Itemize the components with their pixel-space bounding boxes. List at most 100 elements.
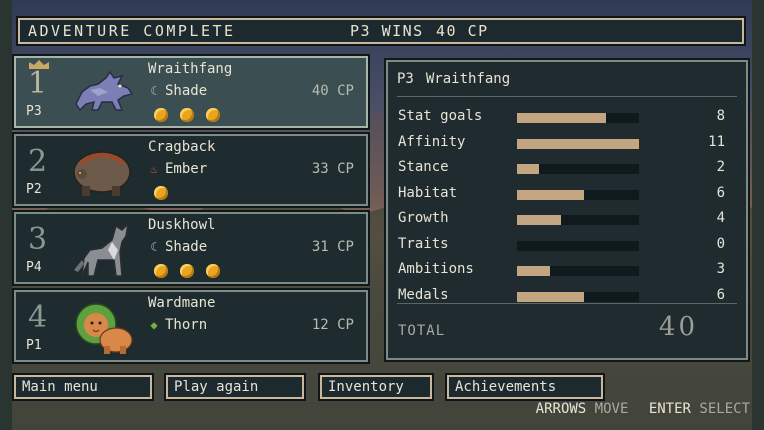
stat-value: 2 — [716, 159, 725, 175]
stat-value: 4 — [716, 210, 725, 226]
panel-title: P3 Wraithfang — [397, 71, 522, 87]
stat-value: 3 — [716, 261, 725, 277]
stat-bar-fill — [517, 291, 585, 302]
boulder-creature-sprite — [73, 151, 131, 196]
header-winner: P3 WINS — [350, 22, 424, 40]
medal-icon — [180, 264, 194, 278]
hint-action-select: SELECT — [699, 401, 750, 417]
stat-value: 0 — [716, 235, 725, 252]
result-card-4[interactable]: 4 P1 Wardmane ◆ Thorn 12 CP — [14, 290, 368, 362]
stat-label: Medals — [398, 286, 449, 303]
stat-label: Stance — [398, 159, 449, 175]
creature-name: Duskhowl — [148, 217, 216, 233]
medal-icon — [154, 186, 168, 200]
stat-bar-fill — [517, 266, 550, 276]
creature-element: ☾ Shade — [148, 83, 207, 99]
medal-icon — [206, 264, 220, 278]
stat-bar — [517, 138, 639, 149]
stat-label: Affinity — [398, 133, 466, 150]
medal-icon — [206, 108, 220, 122]
player-label: P4 — [26, 260, 42, 275]
creature-element: ☾ Shade — [148, 239, 207, 255]
creature-element: ♨ Ember — [148, 161, 207, 177]
control-hints: ARROWS MOVE ENTER SELECT — [536, 401, 750, 417]
rank-number: 4 — [28, 300, 48, 335]
lion-creature-sprite — [75, 303, 133, 354]
stat-row: Ambitions 3 — [398, 261, 733, 281]
stat-row: Affinity 11 — [398, 134, 733, 154]
stat-bar — [517, 291, 639, 302]
rank-number: 1 — [28, 66, 48, 101]
rank-number: 3 — [28, 222, 48, 257]
hint-action-move: MOVE — [594, 401, 629, 417]
divider — [397, 96, 737, 97]
stat-value: 8 — [716, 108, 725, 124]
creature-name: Cragback — [148, 139, 216, 155]
player-label: P3 — [26, 104, 42, 119]
stat-bar-fill — [517, 138, 639, 149]
medal-row — [154, 186, 168, 200]
stat-row: Stat goals 8 — [398, 108, 733, 128]
creature-cp: 12 CP — [311, 317, 354, 333]
achievements-button[interactable]: Achievements — [447, 375, 603, 399]
header-title: ADVENTURE COMPLETE — [28, 22, 236, 40]
stat-label: Ambitions — [398, 261, 474, 277]
result-card-2[interactable]: 2 P2 Cragback ♨ Ember 33 CP — [14, 134, 368, 206]
stat-bar-fill — [517, 189, 585, 200]
stat-label: Traits — [398, 235, 449, 252]
crescent-moon-icon: ☾ — [150, 84, 158, 98]
results-header-bar: ADVENTURE COMPLETE P3 WINS 40 CP — [18, 18, 744, 44]
stat-bar — [517, 240, 639, 251]
element-label: Ember — [165, 161, 208, 177]
result-card-3[interactable]: 3 P4 Duskhowl ☾ Shade 31 CP — [14, 212, 368, 284]
medal-row — [154, 264, 220, 278]
leaf-icon: ◆ — [150, 318, 158, 332]
result-card-1[interactable]: 1 P3 Wraithfang ☾ Shade 40 CP — [14, 56, 368, 128]
main-menu-button[interactable]: Main menu — [14, 375, 152, 399]
creature-cp: 40 CP — [311, 83, 354, 99]
score-breakdown-panel: P3 Wraithfang Stat goals 8 Affinity 11 Stance… — [386, 60, 748, 360]
stat-value: 6 — [716, 184, 725, 201]
stat-label: Growth — [398, 210, 449, 226]
hint-key-enter: ENTER — [648, 401, 691, 417]
stat-row: Stance 2 — [398, 159, 733, 179]
element-label: Shade — [165, 83, 208, 99]
divider — [397, 303, 737, 304]
rank-number: 2 — [28, 144, 48, 179]
medal-icon — [154, 108, 168, 122]
medal-row — [154, 108, 220, 122]
play-again-button[interactable]: Play again — [166, 375, 304, 399]
stat-bar — [517, 164, 639, 174]
stat-bar-fill — [517, 113, 607, 123]
stat-row: Habitat 6 — [398, 185, 733, 205]
hint-key-arrows: ARROWS — [535, 401, 587, 417]
stat-value: 6 — [716, 286, 725, 303]
creature-element: ◆ Thorn — [148, 317, 207, 333]
creature-name: Wardmane — [148, 295, 216, 311]
panel-creature-name: Wraithfang — [425, 71, 511, 87]
stat-bar — [517, 266, 639, 276]
creature-name: Wraithfang — [148, 61, 233, 77]
stat-bar-fill — [517, 164, 539, 174]
medal-icon — [180, 108, 194, 122]
stat-bar — [517, 189, 639, 200]
player-label: P1 — [26, 338, 42, 353]
panel-player: P3 — [397, 71, 414, 87]
total-label: TOTAL — [398, 323, 446, 339]
wolf-creature-sprite — [75, 70, 134, 112]
element-label: Shade — [165, 239, 208, 255]
header-cp: 40 CP — [436, 22, 489, 40]
stat-label: Stat goals — [398, 108, 483, 124]
howling-wolf-sprite — [74, 221, 130, 277]
creature-cp: 31 CP — [311, 239, 354, 255]
stat-label: Habitat — [398, 184, 458, 201]
medal-icon — [154, 264, 168, 278]
stat-bar — [517, 215, 639, 225]
stat-value: 11 — [708, 133, 725, 150]
creature-cp: 33 CP — [311, 161, 354, 177]
flame-icon: ♨ — [150, 162, 158, 176]
player-label: P2 — [26, 182, 42, 197]
stat-row: Growth 4 — [398, 210, 733, 230]
inventory-button[interactable]: Inventory — [320, 375, 432, 399]
stat-bar-fill — [517, 215, 561, 225]
